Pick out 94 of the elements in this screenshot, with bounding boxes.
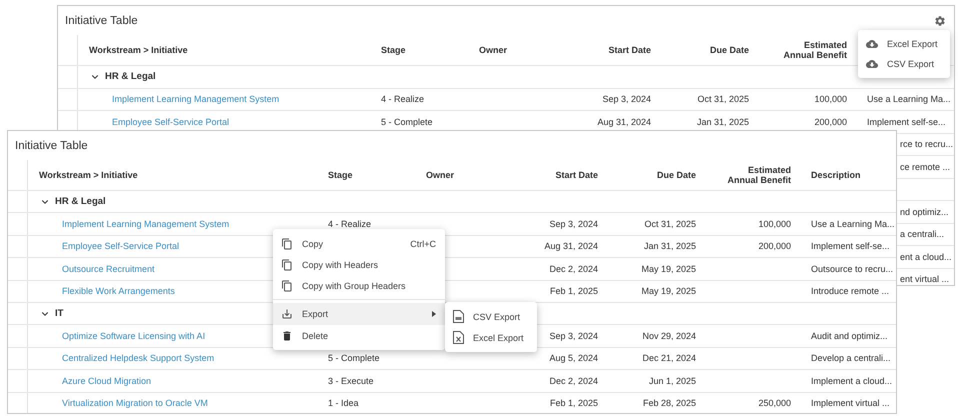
copy-icon (281, 238, 293, 250)
menu-item[interactable]: CSV Export (445, 306, 537, 327)
table-cell: Jun 1, 2025 (648, 376, 696, 386)
table-cell: ent virtual ... (900, 274, 950, 284)
menu-item[interactable]: Copy Ctrl+C (273, 233, 445, 254)
column-header: Due Date (710, 45, 749, 55)
initiative-link[interactable]: Outsource Recruitment (62, 264, 155, 274)
menu-item[interactable]: Copy with Group Headers (273, 275, 445, 296)
download-icon (281, 308, 293, 320)
table-cell: 4 - Realize (328, 219, 372, 230)
column-header: Due Date (656, 170, 696, 180)
initiative-link[interactable]: Optimize Software Licensing with AI (62, 331, 206, 342)
table-cell: Sep 3, 2024 (602, 94, 651, 104)
table-cell: Implement self-se... (867, 116, 946, 127)
table-cell: 100,000 (814, 94, 847, 104)
table-cell: Feb 1, 2025 (550, 398, 598, 408)
settings-icon[interactable] (934, 14, 946, 26)
table-cell: 200,000 (758, 241, 791, 252)
table-cell: Introduce remote ... (811, 286, 890, 296)
column-header: Description (811, 170, 861, 180)
column-header: Stage (381, 45, 406, 55)
initiative-link[interactable]: Employee Self-Service Portal (112, 116, 230, 127)
spreadsheet-file-icon (453, 331, 464, 344)
group-label: IT (55, 308, 64, 320)
table-cell: rce to recru... (900, 139, 954, 150)
copy-icon (281, 258, 293, 270)
table-cell: Sep 3, 2024 (549, 219, 598, 230)
column-header: Workstream > Initiative (89, 45, 188, 55)
initiative-link[interactable]: Flexible Work Arrangements (62, 286, 175, 296)
table-cell: 1 - Idea (328, 398, 359, 408)
table-cell: Sep 3, 2024 (549, 331, 598, 342)
column-header: Estimated Annual Benefit (782, 40, 847, 60)
initiative-link[interactable]: Azure Cloud Migration (62, 376, 152, 386)
table-cell: Dec 2, 2024 (549, 264, 598, 274)
table-cell: Nov 29, 2024 (642, 331, 696, 342)
menu-item[interactable]: Copy with Headers (273, 254, 445, 275)
table-cell: Jan 31, 2025 (644, 241, 696, 252)
table-cell: Feb 28, 2025 (642, 398, 696, 408)
table-cell: Oct 31, 2025 (644, 219, 696, 230)
menu-item[interactable]: Excel Export (445, 327, 537, 348)
column-header: Owner (479, 45, 508, 55)
copy-icon (281, 280, 293, 292)
initiative-link[interactable]: Employee Self-Service Portal (62, 241, 180, 252)
initiative-link[interactable]: Implement Learning Management System (112, 94, 280, 104)
csv-file-icon (453, 310, 464, 323)
table-cell: Use a Learning Ma... (811, 219, 895, 230)
window-title: Initiative Table (15, 140, 88, 152)
table-cell: Aug 31, 2024 (597, 116, 651, 127)
trash-icon (281, 330, 293, 342)
table-cell: 5 - Complete (328, 353, 380, 364)
table-cell: a centrali... (900, 229, 944, 240)
cloud-icon (866, 38, 878, 50)
initiative-link[interactable]: Implement Learning Management System (62, 219, 230, 230)
table-cell: 3 - Execute (328, 376, 374, 386)
group-label: HR & Legal (105, 71, 156, 82)
column-header: Owner (426, 170, 454, 180)
initiative-link[interactable]: Centralized Helpdesk Support System (62, 353, 214, 364)
table-cell: May 19, 2025 (641, 264, 696, 274)
table-cell: Dec 2, 2024 (549, 376, 598, 386)
table-cell: Implement a cloud... (811, 376, 892, 386)
cloud-icon (866, 58, 878, 70)
table-cell: Use a Learning Ma... (867, 94, 951, 104)
table-cell: Aug 5, 2024 (549, 353, 598, 364)
table-cell: ent a cloud... (900, 252, 952, 262)
window-title: Initiative Table (65, 14, 138, 26)
menu-item[interactable]: Excel Export (858, 34, 950, 54)
initiative-link[interactable]: Virtualization Migration to Oracle VM (62, 398, 208, 408)
table-cell: Dec 21, 2024 (642, 353, 696, 364)
table-cell: Implement self-se... (811, 241, 890, 252)
menu-item[interactable]: CSV Export (858, 54, 950, 74)
table-cell: 250,000 (758, 398, 791, 408)
table-cell: ce remote ... (900, 162, 950, 172)
table-cell: Oct 31, 2025 (697, 94, 749, 104)
table-cell: 5 - Complete (381, 116, 433, 127)
table-cell: Audit and optimiz... (811, 331, 888, 342)
table-cell: 100,000 (758, 219, 791, 230)
menu-item[interactable]: Delete (273, 325, 445, 346)
table-cell: nd optimiz... (900, 206, 949, 217)
table-cell: May 19, 2025 (641, 286, 696, 296)
table-cell: Feb 1, 2025 (550, 286, 598, 296)
column-header: Stage (328, 170, 353, 180)
table-cell: Outsource to recru... (811, 264, 894, 274)
column-header: Start Date (608, 45, 651, 55)
column-header: Estimated Annual Benefit (726, 165, 791, 185)
menu-item[interactable]: Export (273, 303, 445, 325)
table-cell: Develop a centrali... (811, 353, 891, 364)
table-cell: 200,000 (814, 116, 847, 127)
group-label: HR & Legal (55, 196, 106, 208)
column-header: Start Date (555, 170, 598, 180)
table-cell: Aug 31, 2024 (544, 241, 598, 252)
column-header: Workstream > Initiative (39, 170, 138, 180)
table-cell: Implement virtual ... (811, 398, 890, 408)
table-cell: 4 - Realize (381, 94, 424, 104)
table-cell: Jan 31, 2025 (696, 116, 749, 127)
